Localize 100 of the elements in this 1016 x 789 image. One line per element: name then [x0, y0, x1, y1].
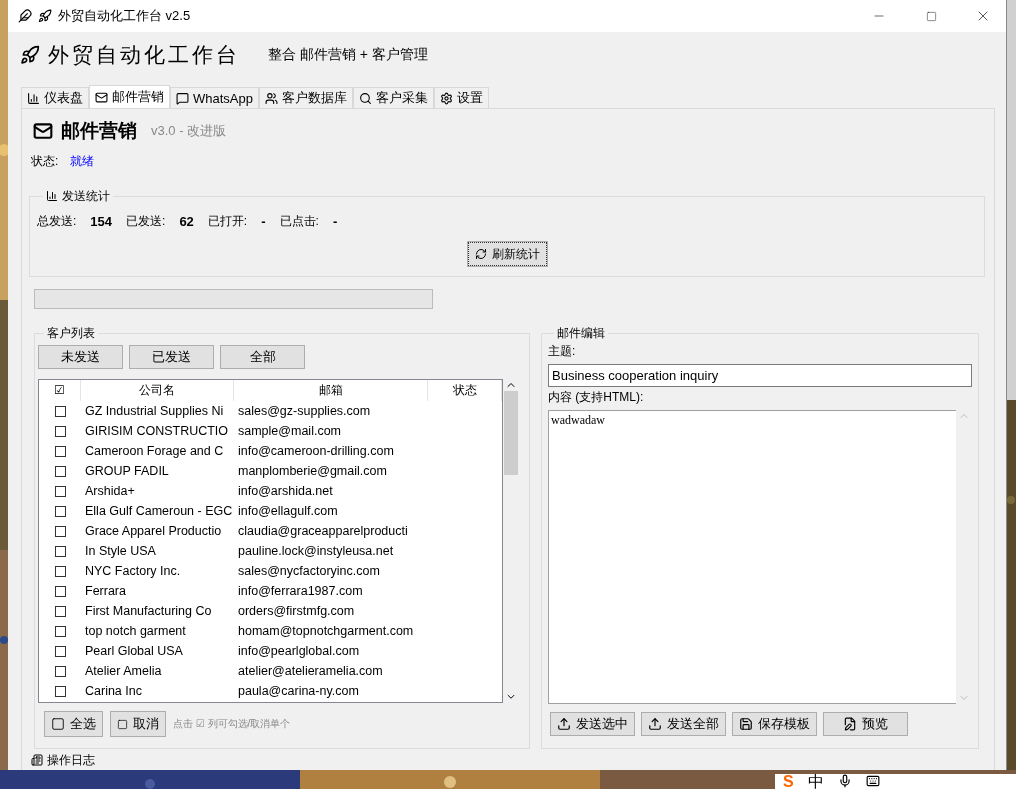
cancel-button[interactable]: 取消 — [110, 711, 166, 737]
row-checkbox[interactable] — [54, 505, 66, 517]
subject-label: 主题: — [548, 343, 577, 360]
action-button[interactable]: 发送选中 — [550, 712, 635, 736]
row-checkbox[interactable] — [54, 425, 66, 437]
body-label: 内容 (支持HTML): — [548, 389, 645, 406]
checkbox-icon — [51, 717, 65, 731]
feather-icon — [18, 9, 32, 23]
upload-icon — [648, 717, 662, 731]
page-title: 邮件营销 — [61, 119, 137, 143]
select-all-button[interactable]: 全选 — [44, 711, 103, 737]
filter-button[interactable]: 已发送 — [129, 345, 214, 369]
filter-button[interactable]: 未发送 — [38, 345, 123, 369]
table-cell-text: sales@gz-supplies.com — [237, 404, 372, 418]
column-header[interactable]: 邮箱 — [234, 380, 428, 401]
action-button[interactable]: 预览 — [823, 712, 908, 736]
filter-button[interactable]: 全部 — [220, 345, 305, 369]
stat-label: 总发送: — [37, 213, 77, 230]
mic-icon[interactable] — [837, 774, 852, 788]
tab[interactable]: 仪表盘 — [21, 87, 89, 108]
row-checkbox[interactable] — [54, 665, 66, 677]
table-cell-text: claudia@graceapparelproducti — [237, 524, 409, 538]
table-cell-text: pauline.lock@instyleusa.net — [237, 544, 395, 558]
tab[interactable]: 客户数据库 — [259, 87, 353, 108]
tab[interactable]: 邮件营销 — [89, 85, 170, 108]
row-checkbox[interactable] — [54, 545, 66, 557]
window-title: 外贸自动化工作台 v2.5 — [58, 7, 192, 25]
tab[interactable]: 设置 — [434, 87, 489, 108]
table-cell-text: Pearl Global USA — [84, 644, 184, 658]
stat-label: 已点击: — [279, 213, 319, 230]
row-checkbox[interactable] — [54, 605, 66, 617]
stat-value: 154 — [90, 214, 113, 229]
row-checkbox[interactable] — [54, 645, 66, 657]
chart-icon — [27, 91, 40, 105]
body-field[interactable]: wadwadaw — [548, 410, 956, 704]
status-label: 状态: — [31, 153, 59, 170]
table-cell-text: atelier@atelieramelia.com — [237, 664, 384, 678]
table-cell-text: info@arshida.net — [237, 484, 334, 498]
checkbox-icon — [117, 718, 128, 730]
table-cell-text: GROUP FADIL — [84, 464, 170, 478]
row-checkbox[interactable] — [54, 445, 66, 457]
subject-field[interactable]: Business cooperation inquiry — [548, 364, 972, 387]
row-checkbox[interactable] — [54, 625, 66, 637]
table-cell-text: Atelier Amelia — [84, 664, 163, 678]
settings-icon — [440, 91, 453, 105]
hint-text: 点击 ☑ 列可勾选/取消单个 — [173, 717, 291, 731]
table-cell-text: sales@nycfactoryinc.com — [237, 564, 381, 578]
table-cell-text: paula@carina-ny.com — [237, 684, 360, 698]
table-cell-text: GIRISIM CONSTRUCTIO — [84, 424, 230, 438]
action-button[interactable]: 保存模板 — [732, 712, 817, 736]
row-checkbox[interactable] — [54, 405, 66, 417]
chart-icon — [46, 190, 58, 202]
table-cell-text: Arshida+ — [84, 484, 136, 498]
tab[interactable]: WhatsApp — [170, 87, 259, 108]
refresh-icon — [474, 248, 487, 260]
table-cell-text: sample@mail.com — [237, 424, 342, 438]
scroll-thumb[interactable] — [504, 391, 518, 475]
keyboard-icon[interactable] — [865, 774, 880, 788]
table-cell-text: Grace Apparel Productio — [84, 524, 223, 538]
table-cell-text: info@cameroon-drilling.com — [237, 444, 395, 458]
log-icon — [31, 754, 43, 766]
chat-icon — [176, 91, 189, 105]
row-checkbox[interactable] — [54, 485, 66, 497]
row-checkbox[interactable] — [54, 465, 66, 477]
rocket-icon — [38, 9, 52, 23]
table-cell-text: info@ferrara1987.com — [237, 584, 364, 598]
row-checkbox[interactable] — [54, 585, 66, 597]
table-cell-text: top notch garment — [84, 624, 187, 638]
table-cell-text: orders@firstmfg.com — [237, 604, 356, 618]
row-checkbox[interactable] — [54, 525, 66, 537]
ime-mode[interactable]: 中 — [807, 774, 824, 789]
version-label: v3.0 - 改进版 — [151, 122, 227, 140]
group-title: 操作日志 — [47, 753, 95, 767]
group-title: 邮件编辑 — [557, 324, 605, 342]
action-button[interactable]: 发送全部 — [641, 712, 726, 736]
maximize-icon — [925, 10, 937, 22]
row-checkbox[interactable] — [54, 685, 66, 697]
table-cell-text: Ferrara — [84, 584, 127, 598]
upload-icon — [557, 717, 571, 731]
mail-icon — [95, 90, 108, 104]
table-cell-text: In Style USA — [84, 544, 157, 558]
table-cell-text: NYC Factory Inc. — [84, 564, 182, 578]
table-cell-text: GZ Industrial Supplies Ni — [84, 404, 225, 418]
search-icon — [359, 91, 372, 105]
column-header[interactable]: ☑ — [39, 380, 81, 401]
table-cell-text: First Manufacturing Co — [84, 604, 213, 618]
table-cell-text: Cameroon Forage and C — [84, 444, 225, 458]
edit-icon — [843, 717, 857, 731]
refresh-button[interactable]: 刷新统计 — [467, 242, 547, 266]
tab[interactable]: 客户采集 — [353, 87, 434, 108]
group-title: 客户列表 — [47, 324, 95, 342]
stat-label: 已发送: — [126, 213, 166, 230]
stat-label: 已打开: — [207, 213, 248, 230]
status-value: 就绪 — [70, 153, 95, 170]
group-title: 发送统计 — [62, 187, 110, 205]
column-header[interactable]: 状态 — [428, 380, 502, 401]
mail-icon — [33, 121, 53, 141]
row-checkbox[interactable] — [54, 565, 66, 577]
column-header[interactable]: 公司名 — [81, 380, 234, 401]
save-icon — [739, 717, 753, 731]
